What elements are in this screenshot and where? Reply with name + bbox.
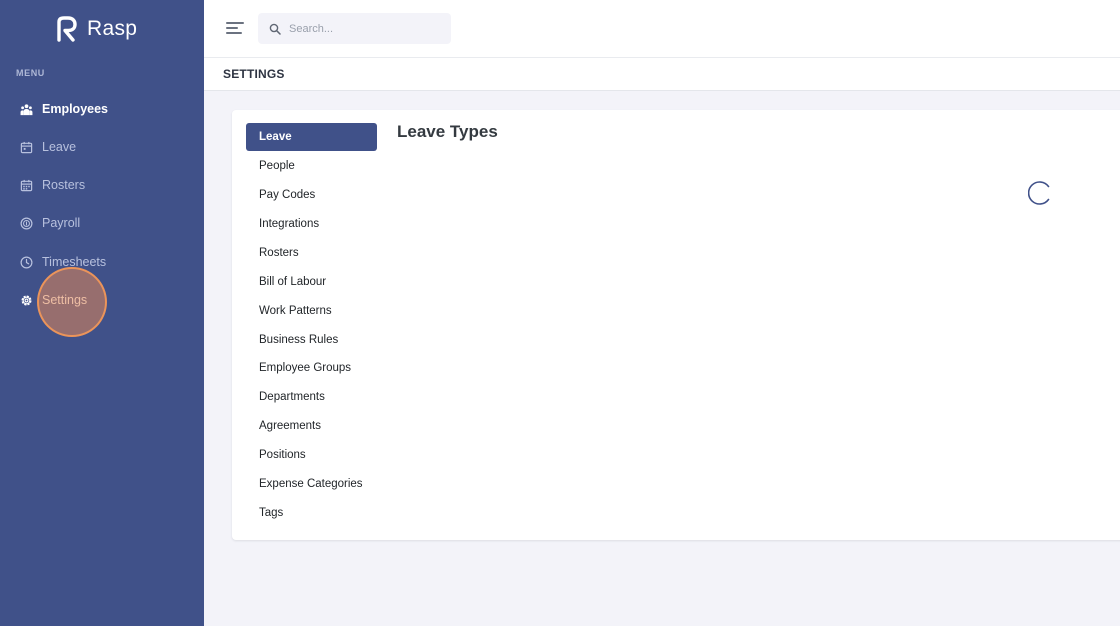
settings-item-work-patterns[interactable]: Work Patterns [246, 297, 377, 325]
settings-item-rosters[interactable]: Rosters [246, 239, 377, 267]
sidebar-item-label: Employees [42, 102, 109, 116]
settings-item-integrations[interactable]: Integrations [246, 210, 377, 238]
settings-item-business-rules[interactable]: Business Rules [246, 326, 377, 354]
sidebar-item-label: Settings [42, 293, 88, 307]
section-title: Leave Types [397, 122, 498, 141]
sidebar-item-label: Leave [42, 140, 77, 154]
page-header: SETTINGS [204, 58, 1120, 91]
calendar-icon [20, 141, 33, 154]
menu-toggle-icon[interactable] [226, 20, 246, 36]
settings-item-pay-codes[interactable]: Pay Codes [246, 181, 377, 209]
search-icon [269, 23, 281, 35]
rasp-logo-icon [57, 16, 77, 42]
sidebar-item-settings[interactable]: Settings [0, 285, 204, 315]
page-title: SETTINGS [223, 67, 285, 81]
settings-item-departments[interactable]: Departments [246, 383, 377, 411]
sidebar-item-employees[interactable]: Employees [0, 94, 204, 124]
brand-name: Rasp [87, 17, 138, 40]
sidebar: Rasp MENU Employees Leave Rosters Payrol… [0, 0, 204, 626]
settings-item-expense-categories[interactable]: Expense Categories [246, 470, 377, 498]
search-box [258, 13, 451, 44]
settings-item-bill-of-labour[interactable]: Bill of Labour [246, 268, 377, 296]
settings-item-leave[interactable]: Leave [246, 123, 377, 151]
sidebar-item-label: Rosters [42, 178, 86, 192]
sidebar-item-leave[interactable]: Leave [0, 132, 204, 162]
settings-item-people[interactable]: People [246, 152, 377, 180]
topbar [204, 0, 1120, 58]
loading-spinner-icon [1028, 181, 1050, 205]
employees-icon [20, 103, 33, 116]
sidebar-item-payroll[interactable]: Payroll [0, 208, 204, 238]
search-input[interactable] [289, 22, 439, 35]
settings-item-positions[interactable]: Positions [246, 441, 377, 469]
clock-icon [20, 256, 33, 269]
calendar-grid-icon [20, 179, 33, 192]
settings-card: Leave People Pay Codes Integrations Rost… [232, 110, 1120, 540]
settings-item-tags[interactable]: Tags [246, 499, 377, 527]
settings-item-employee-groups[interactable]: Employee Groups [246, 354, 377, 382]
gear-icon [20, 294, 33, 307]
settings-item-agreements[interactable]: Agreements [246, 412, 377, 440]
menu-title: MENU [16, 68, 45, 78]
sidebar-item-label: Timesheets [42, 255, 107, 269]
brand[interactable]: Rasp [56, 14, 137, 44]
app-root: Rasp MENU Employees Leave Rosters Payrol… [0, 0, 1120, 626]
sidebar-item-timesheets[interactable]: Timesheets [0, 247, 204, 277]
dollar-circle-icon [20, 217, 33, 230]
sidebar-item-label: Payroll [42, 216, 81, 230]
sidebar-item-rosters[interactable]: Rosters [0, 170, 204, 200]
